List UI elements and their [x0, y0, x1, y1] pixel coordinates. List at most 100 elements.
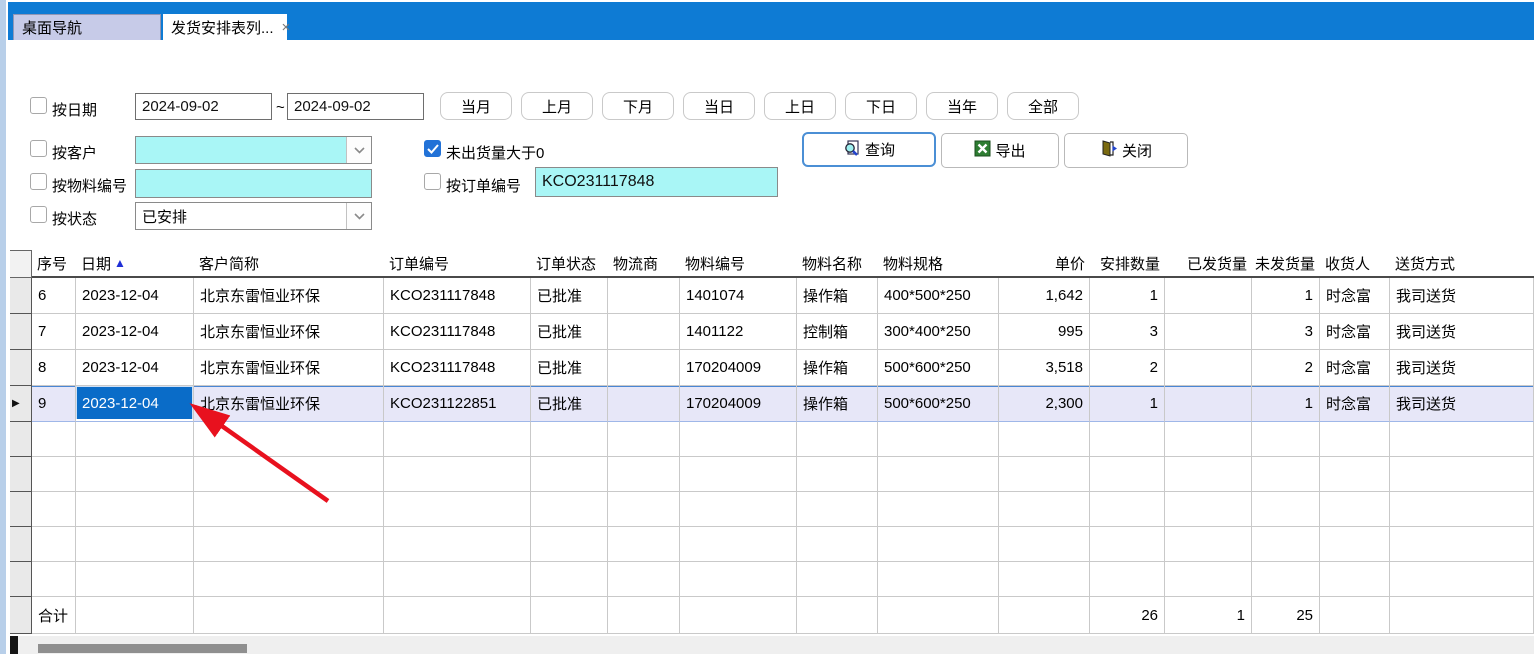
table-cell[interactable]: 3	[1090, 314, 1165, 350]
table-cell[interactable]: 北京东雷恒业环保	[194, 314, 384, 350]
table-cell[interactable]: 2023-12-04	[76, 314, 194, 350]
table-cell[interactable]: 已批准	[531, 386, 608, 422]
table-cell[interactable]: 2023-12-04	[76, 386, 194, 422]
table-cell[interactable]: 8	[32, 350, 76, 386]
table-cell[interactable]: 500*600*250	[878, 350, 999, 386]
quick-range-button[interactable]: 下月	[602, 92, 674, 120]
column-header-10[interactable]: 安排数量	[1090, 250, 1165, 278]
table-cell[interactable]: KCO231117848	[384, 350, 531, 386]
table-cell[interactable]	[608, 350, 680, 386]
table-cell[interactable]: 300*400*250	[878, 314, 999, 350]
table-cell[interactable]: 1	[1090, 278, 1165, 314]
quick-range-button[interactable]: 下日	[845, 92, 917, 120]
column-header-5[interactable]: 物流商	[608, 250, 680, 278]
chevron-down-icon[interactable]	[346, 203, 371, 229]
table-cell[interactable]: 1	[1252, 386, 1320, 422]
query-button[interactable]: 查询	[802, 132, 936, 167]
column-header-8[interactable]: 物料规格	[878, 250, 999, 278]
table-cell[interactable]: 400*500*250	[878, 278, 999, 314]
table-cell[interactable]: 时念富	[1320, 350, 1390, 386]
status-select[interactable]: 已安排	[135, 202, 372, 230]
column-header-11[interactable]: 已发货量	[1165, 250, 1252, 278]
table-cell[interactable]: 已批准	[531, 314, 608, 350]
table-cell[interactable]: 2023-12-04	[76, 350, 194, 386]
table-cell[interactable]: 500*600*250	[878, 386, 999, 422]
table-cell[interactable]	[608, 386, 680, 422]
table-cell[interactable]	[1165, 278, 1252, 314]
table-cell[interactable]: 北京东雷恒业环保	[194, 278, 384, 314]
column-header-12[interactable]: 未发货量	[1252, 250, 1320, 278]
chevron-down-icon[interactable]	[346, 137, 371, 163]
row-selector[interactable]	[10, 527, 32, 562]
table-cell[interactable]: 时念富	[1320, 278, 1390, 314]
row-selector[interactable]	[10, 492, 32, 527]
table-cell[interactable]: 操作箱	[797, 386, 878, 422]
table-cell[interactable]: 2	[1252, 350, 1320, 386]
checkbox-by-order-no[interactable]	[424, 173, 441, 190]
table-cell[interactable]: 我司送货	[1390, 350, 1534, 386]
checkbox-by-status[interactable]	[30, 206, 47, 223]
horizontal-scrollbar-thumb[interactable]	[38, 644, 247, 653]
date-from-input[interactable]	[135, 93, 272, 120]
quick-range-button[interactable]: 当日	[683, 92, 755, 120]
table-cell[interactable]: 我司送货	[1390, 314, 1534, 350]
table-cell[interactable]: 已批准	[531, 350, 608, 386]
row-selector-header[interactable]	[10, 250, 32, 278]
table-cell[interactable]: KCO231117848	[384, 278, 531, 314]
table-cell[interactable]: 时念富	[1320, 386, 1390, 422]
table-cell[interactable]: KCO231122851	[384, 386, 531, 422]
tab-shipping-schedule[interactable]: 发货安排表列... ×	[163, 14, 287, 40]
table-cell[interactable]: KCO231117848	[384, 314, 531, 350]
column-header-6[interactable]: 物料编号	[680, 250, 797, 278]
table-cell[interactable]: 北京东雷恒业环保	[194, 386, 384, 422]
table-cell[interactable]: 1	[1090, 386, 1165, 422]
material-no-input[interactable]	[135, 169, 372, 198]
column-header-13[interactable]: 收货人	[1320, 250, 1390, 278]
customer-select[interactable]	[135, 136, 372, 164]
tab-desktop-navigation[interactable]: 桌面导航	[13, 14, 161, 40]
table-cell[interactable]: 2,300	[999, 386, 1090, 422]
table-cell[interactable]: 3,518	[999, 350, 1090, 386]
row-selector[interactable]	[10, 314, 32, 350]
column-header-3[interactable]: 订单编号	[384, 250, 531, 278]
table-cell[interactable]: 2	[1090, 350, 1165, 386]
table-cell[interactable]: 1	[1252, 278, 1320, 314]
row-selector[interactable]: ▶	[10, 386, 32, 422]
table-cell[interactable]	[1165, 314, 1252, 350]
date-to-input[interactable]	[287, 93, 424, 120]
row-selector[interactable]	[10, 350, 32, 386]
row-selector[interactable]	[10, 422, 32, 457]
table-cell[interactable]: 我司送货	[1390, 386, 1534, 422]
quick-range-button[interactable]: 全部	[1007, 92, 1079, 120]
table-cell[interactable]: 已批准	[531, 278, 608, 314]
column-header-14[interactable]: 送货方式	[1390, 250, 1534, 278]
table-cell[interactable]: 9	[32, 386, 76, 422]
table-cell[interactable]: 3	[1252, 314, 1320, 350]
order-no-input[interactable]	[535, 167, 778, 197]
column-header-1[interactable]: 日期▲	[76, 250, 194, 278]
table-cell[interactable]: 170204009	[680, 350, 797, 386]
row-selector[interactable]	[10, 562, 32, 597]
checkbox-unshipped-gt0[interactable]	[424, 140, 441, 157]
table-cell[interactable]: 北京东雷恒业环保	[194, 350, 384, 386]
table-cell[interactable]: 我司送货	[1390, 278, 1534, 314]
table-cell[interactable]: 时念富	[1320, 314, 1390, 350]
column-header-4[interactable]: 订单状态	[531, 250, 608, 278]
quick-range-button[interactable]: 当年	[926, 92, 998, 120]
checkbox-by-date[interactable]	[30, 97, 47, 114]
close-button[interactable]: 关闭	[1064, 133, 1188, 168]
table-cell[interactable]	[1165, 386, 1252, 422]
table-cell[interactable]: 7	[32, 314, 76, 350]
table-cell[interactable]: 170204009	[680, 386, 797, 422]
row-selector[interactable]	[10, 278, 32, 314]
table-cell[interactable]: 995	[999, 314, 1090, 350]
export-button[interactable]: 导出	[941, 133, 1059, 168]
table-cell[interactable]: 控制箱	[797, 314, 878, 350]
row-selector[interactable]	[10, 457, 32, 492]
table-cell[interactable]: 2023-12-04	[76, 278, 194, 314]
column-header-2[interactable]: 客户简称	[194, 250, 384, 278]
checkbox-by-material[interactable]	[30, 173, 47, 190]
table-cell[interactable]: 操作箱	[797, 350, 878, 386]
table-cell[interactable]	[608, 278, 680, 314]
quick-range-button[interactable]: 上月	[521, 92, 593, 120]
